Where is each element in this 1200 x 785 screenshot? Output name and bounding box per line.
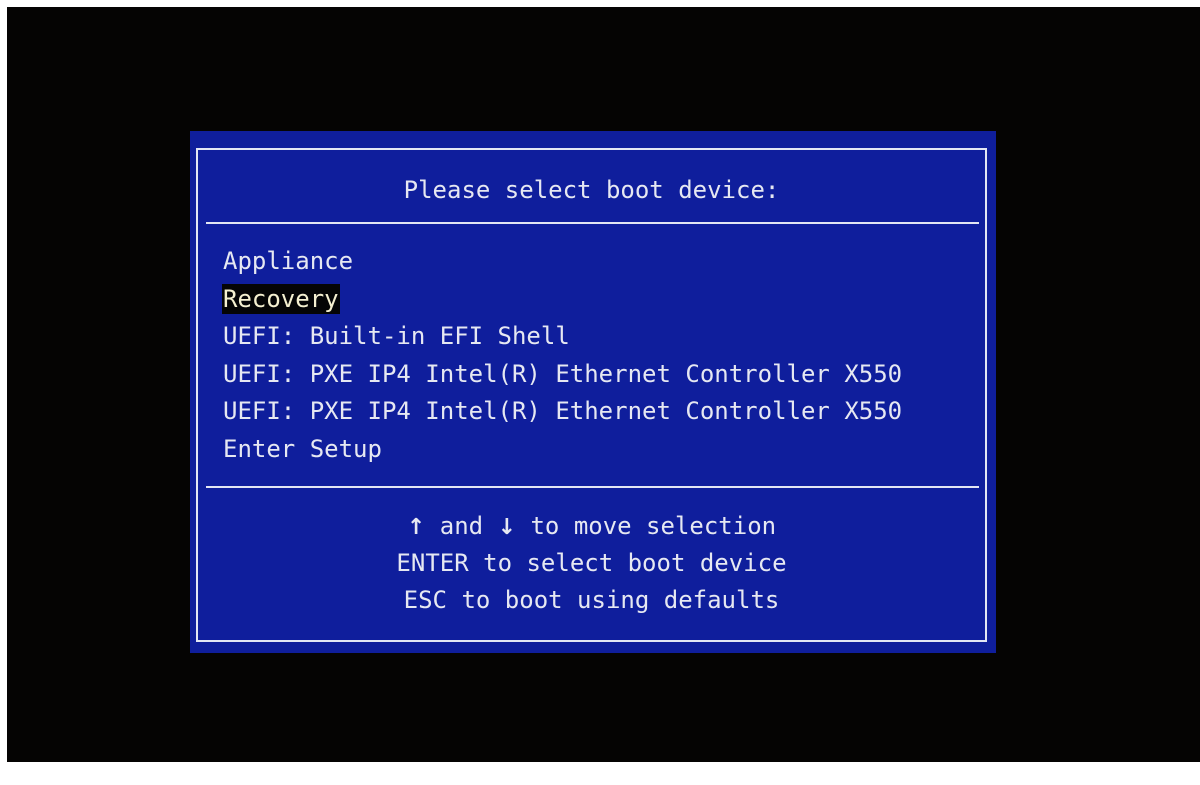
boot-item-label: UEFI: PXE IP4 Intel(R) Ethernet Controll…	[223, 359, 903, 388]
boot-device-list: Appliance Recovery UEFI: Built-in EFI Sh…	[222, 243, 903, 469]
boot-item-recovery[interactable]: Recovery	[222, 281, 903, 319]
boot-item-label: Enter Setup	[223, 434, 382, 463]
boot-item-label: Appliance	[223, 247, 354, 275]
boot-item-efi-shell[interactable]: UEFI: Built-in EFI Shell	[222, 318, 903, 356]
boot-menu-title: Please select boot device:	[403, 176, 780, 204]
boot-item-appliance[interactable]: Appliance	[222, 243, 903, 281]
boot-menu-panel: Please select boot device: Appliance Rec…	[190, 131, 996, 653]
screen: Please select boot device: Appliance Rec…	[7, 7, 1200, 762]
help-enter: ENTER to select boot device	[396, 549, 787, 577]
title-divider	[206, 222, 979, 224]
down-arrow-icon: ↓	[497, 515, 517, 540]
help-esc: ESC to boot using defaults	[403, 586, 780, 614]
boot-item-pxe-2[interactable]: UEFI: PXE IP4 Intel(R) Ethernet Controll…	[222, 393, 903, 431]
boot-menu-frame: Please select boot device: Appliance Rec…	[196, 148, 987, 642]
boot-item-pxe-1[interactable]: UEFI: PXE IP4 Intel(R) Ethernet Controll…	[222, 356, 903, 394]
help-move-selection: ↑ and ↓ to move selection	[198, 508, 985, 545]
boot-item-enter-setup[interactable]: Enter Setup	[222, 431, 903, 469]
help-move-text: to move selection	[516, 512, 777, 540]
boot-item-label: UEFI: PXE IP4 Intel(R) Ethernet Controll…	[223, 397, 903, 426]
boot-item-label: Recovery	[222, 283, 340, 314]
help-divider	[206, 486, 979, 488]
boot-item-label: UEFI: Built-in EFI Shell	[223, 322, 570, 351]
help-and-text: and	[425, 512, 498, 540]
up-arrow-icon: ↑	[406, 515, 426, 540]
help-text: ↑ and ↓ to move selection ENTER to selec…	[198, 508, 985, 619]
